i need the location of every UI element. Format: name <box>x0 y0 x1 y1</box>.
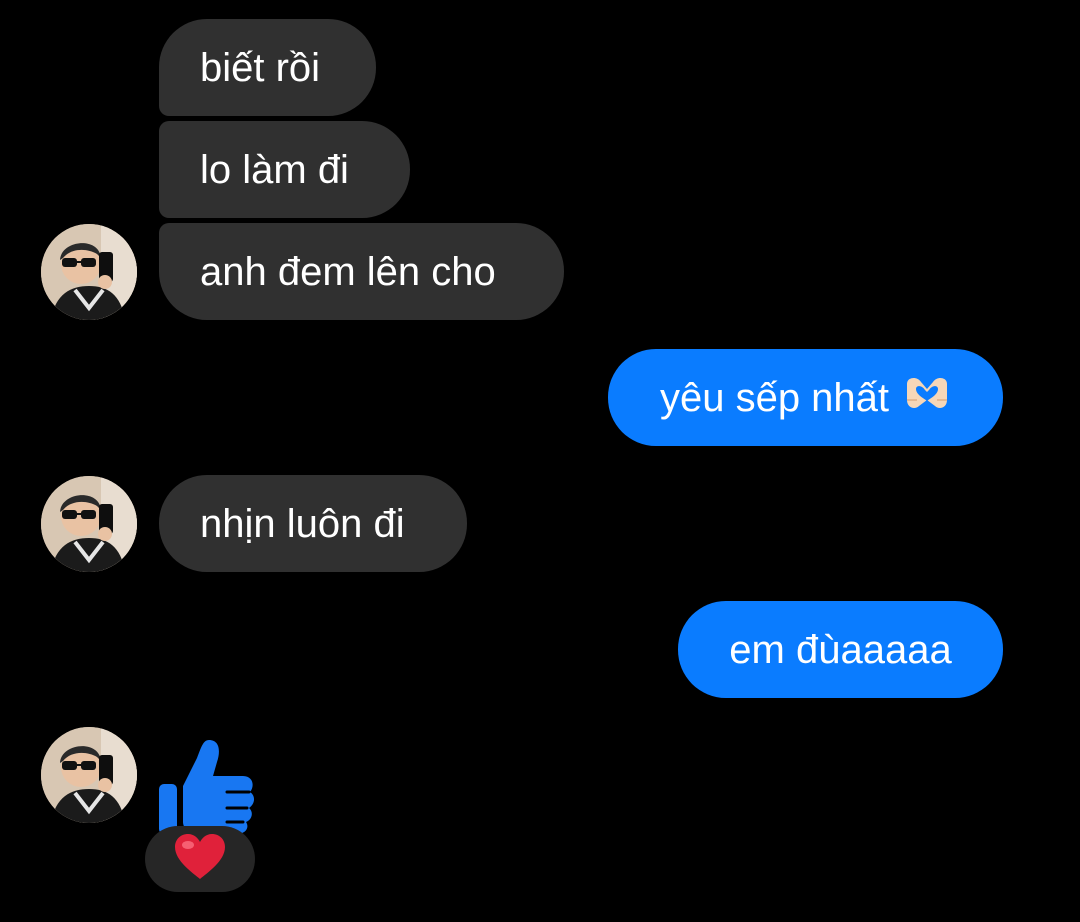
contact-avatar[interactable] <box>41 476 137 572</box>
message-text: lo làm đi <box>200 147 349 192</box>
message-text: biết rồi <box>200 45 321 90</box>
message-bubble-incoming[interactable]: biết rồi <box>159 19 376 116</box>
message-text: em đùaaaaa <box>729 627 952 672</box>
message-text: anh đem lên cho <box>200 249 496 294</box>
message-bubble-incoming[interactable]: anh đem lên cho <box>159 223 564 320</box>
message-text: yêu sếp nhất <box>659 375 890 420</box>
reaction-badge[interactable] <box>145 826 255 892</box>
contact-avatar[interactable] <box>41 727 137 823</box>
avatar-photo-icon <box>41 224 137 320</box>
contact-avatar[interactable] <box>41 224 137 320</box>
message-bubble-outgoing[interactable]: em đùaaaaa <box>678 601 1003 698</box>
avatar-photo-icon <box>41 476 137 572</box>
message-bubble-outgoing[interactable]: yêu sếp nhất <box>608 349 1003 446</box>
message-text: nhịn luôn đi <box>200 501 405 546</box>
heart-hands-icon <box>903 374 951 421</box>
message-bubble-incoming[interactable]: nhịn luôn đi <box>159 475 467 572</box>
message-bubble-incoming[interactable]: lo làm đi <box>159 121 410 218</box>
red-heart-icon <box>173 833 227 886</box>
avatar-photo-icon <box>41 727 137 823</box>
